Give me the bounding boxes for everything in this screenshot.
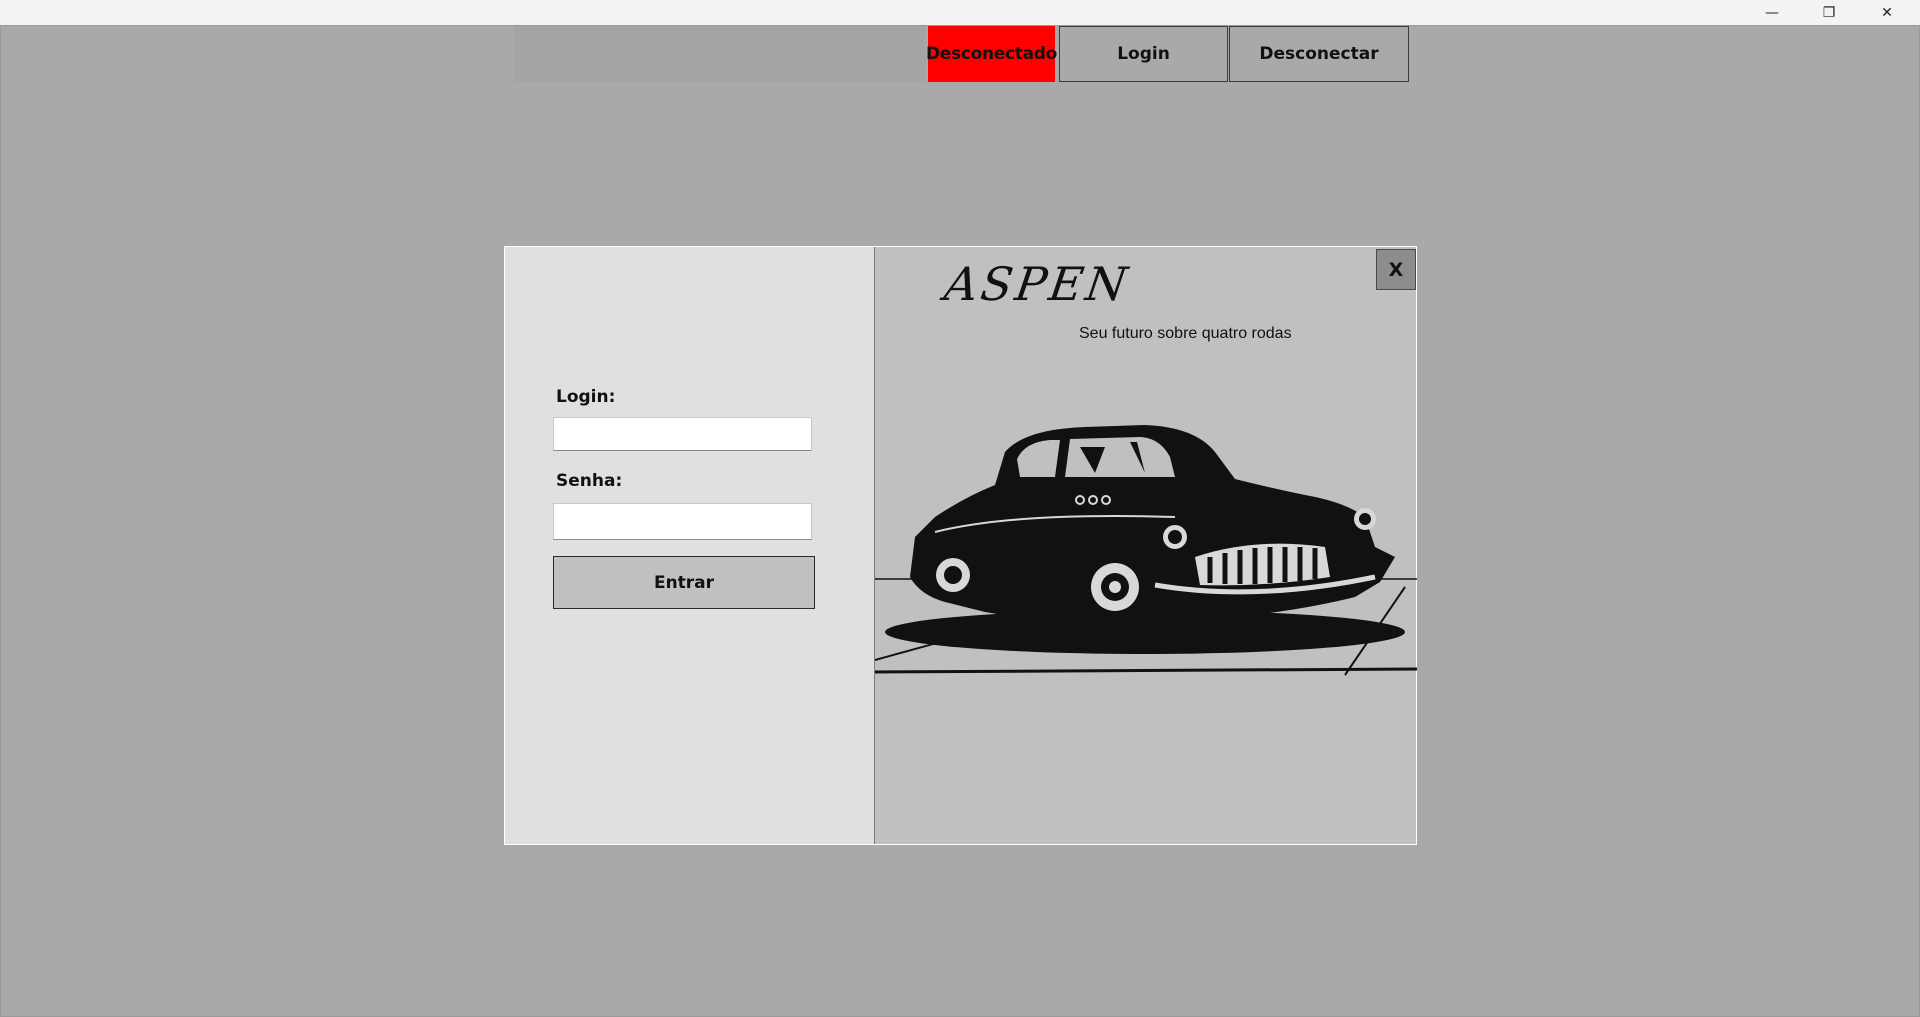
window-titlebar: — ❐ ✕	[0, 0, 1920, 25]
topbar-strip	[514, 26, 926, 82]
enter-button[interactable]: Entrar	[553, 556, 815, 609]
login-form-panel: Login: Senha: Entrar	[505, 247, 874, 844]
restore-icon[interactable]: ❐	[1800, 0, 1858, 25]
login-input[interactable]	[553, 417, 812, 451]
minimize-icon[interactable]: —	[1743, 0, 1801, 25]
password-label: Senha:	[556, 471, 623, 491]
close-icon[interactable]: ✕	[1858, 0, 1916, 25]
brand-logo-text: ASPEN	[941, 257, 1134, 311]
login-label: Login:	[556, 387, 616, 407]
brand-tagline: Seu futuro sobre quatro rodas	[1079, 325, 1292, 342]
app-area: Desconectado Login Desconectar Login: Se…	[0, 25, 1920, 1017]
vintage-car-illustration	[875, 425, 1417, 676]
brand-panel: X ASPEN Seu futuro sobre quatro rodas	[874, 247, 1417, 844]
login-button[interactable]: Login	[1059, 26, 1228, 82]
login-dialog: Login: Senha: Entrar X ASPEN Seu futuro …	[504, 246, 1417, 845]
password-input[interactable]	[553, 503, 812, 540]
disconnect-button[interactable]: Desconectar	[1229, 26, 1409, 82]
connection-status-badge: Desconectado	[926, 26, 1057, 82]
dialog-close-button[interactable]: X	[1376, 249, 1416, 290]
